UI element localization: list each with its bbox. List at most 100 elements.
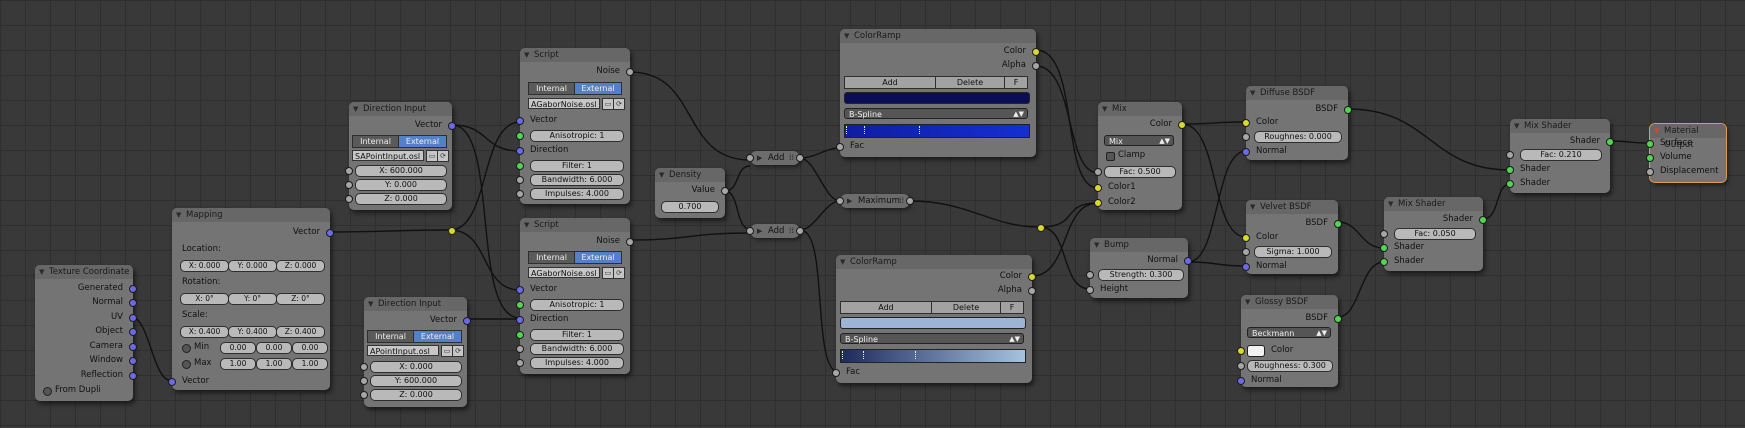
socket-in[interactable] <box>836 197 844 205</box>
collapse-arrow-icon[interactable]: ▼ <box>353 102 358 116</box>
collapse-arrow-icon[interactable]: ▼ <box>844 29 849 43</box>
node-header[interactable]: ▼ Mix Shader <box>1510 119 1610 133</box>
node-header[interactable]: ▼ Mix <box>1098 102 1182 116</box>
collapse-arrow-icon[interactable]: ▼ <box>368 297 373 311</box>
node-mix[interactable]: ▼ Mix Color Mix ▲▼ Clamp Fac: 0.500 Color1… <box>1094 102 1186 210</box>
mode-internal-button[interactable]: Internal <box>528 251 575 264</box>
menu-handle-icon[interactable]: ⁞⁞ <box>789 224 794 238</box>
socket-fac-in[interactable] <box>1380 230 1388 238</box>
node-header[interactable]: ▼ Bump <box>1090 238 1188 252</box>
socket-shader1-in[interactable] <box>1380 244 1388 252</box>
collapse-arrow-icon[interactable]: ▼ <box>1388 197 1393 211</box>
max-x-field[interactable]: 1.00 <box>220 358 256 370</box>
ramp-stop-marker[interactable] <box>846 126 848 134</box>
socket-shader-out[interactable] <box>1606 138 1614 146</box>
socket-color-out[interactable] <box>1032 48 1040 56</box>
scale-x-field[interactable]: X: 0.400 <box>180 326 229 338</box>
node-mapping[interactable]: ▼ Mapping Vector Location: X: 0.000 Y: 0.… <box>168 208 334 390</box>
from-dupli-checkbox[interactable] <box>43 387 52 396</box>
socket-color2-in[interactable] <box>1094 199 1102 207</box>
fac-field[interactable]: Fac: 0.210 <box>1520 149 1602 161</box>
bandwidth-field[interactable]: Bandwidth: 6.000 <box>530 174 624 186</box>
node-header[interactable]: ▼ Mapping <box>172 208 330 222</box>
reload-icon[interactable]: ⟳ <box>613 267 625 279</box>
max-z-field[interactable]: 1.00 <box>292 358 328 370</box>
flip-ramp-button[interactable]: F <box>1004 76 1028 89</box>
collapse-arrow-icon[interactable]: ▼ <box>39 265 44 279</box>
mode-internal-button[interactable]: Internal <box>528 82 575 95</box>
socket-x-in[interactable] <box>360 363 368 371</box>
socket-normal-in[interactable] <box>1242 263 1250 271</box>
socket-reflection[interactable] <box>129 372 137 380</box>
rotation-x-field[interactable]: X: 0° <box>180 293 229 305</box>
rotation-y-field[interactable]: Y: 0° <box>228 293 277 305</box>
value-field[interactable]: 0.700 <box>661 201 719 213</box>
min-z-field[interactable]: 0.00 <box>292 342 328 354</box>
active-stop-color-swatch[interactable] <box>844 92 1030 104</box>
node-colorramp-2[interactable]: ▼ ColorRamp Color Alpha Add Delete F B-Sp… <box>832 255 1036 383</box>
reload-icon[interactable]: ⟳ <box>613 98 625 110</box>
socket-vector-in[interactable] <box>168 378 176 386</box>
collapse-arrow-icon[interactable]: ▼ <box>1250 86 1255 100</box>
add-stop-button[interactable]: Add <box>840 301 932 314</box>
interpolation-dropdown[interactable]: B-Spline ▲▼ <box>840 333 1024 344</box>
node-bump[interactable]: ▼ Bump Normal Strength: 0.300 Height <box>1086 238 1192 298</box>
ramp-stop-marker[interactable] <box>863 351 865 359</box>
node-maximum[interactable]: ▶ Maximum ⁞⁞ <box>836 194 914 208</box>
socket-shader-out[interactable] <box>1479 216 1487 224</box>
socket-alpha-out[interactable] <box>1032 62 1040 70</box>
menu-handle-icon[interactable]: ⁞⁞ <box>899 194 904 208</box>
collapse-arrow-icon[interactable]: ▼ <box>524 48 529 62</box>
impulses-field[interactable]: Impulses: 4.000 <box>530 188 624 200</box>
socket-fac-in[interactable] <box>832 369 840 377</box>
socket-vector-in[interactable] <box>516 117 524 125</box>
socket-alpha-out[interactable] <box>1028 287 1036 295</box>
fac-field[interactable]: Fac: 0.500 <box>1104 166 1176 178</box>
socket-bandwidth-in[interactable] <box>516 176 524 184</box>
socket-bsdf-out[interactable] <box>1344 106 1352 114</box>
location-z-field[interactable]: Z: 0.000 <box>276 260 325 272</box>
location-x-field[interactable]: X: 0.000 <box>180 260 229 272</box>
glossy-color-swatch[interactable] <box>1247 345 1265 357</box>
ramp-stop-marker[interactable] <box>864 126 866 134</box>
clamp-checkbox[interactable] <box>1106 152 1115 161</box>
menu-handle-icon[interactable]: ⁞⁞ <box>789 151 794 165</box>
collapse-arrow-icon[interactable]: ▼ <box>524 218 529 232</box>
socket-anisotropic-in[interactable] <box>516 132 524 140</box>
socket-bsdf-out[interactable] <box>1334 315 1342 323</box>
bandwidth-field[interactable]: Bandwidth: 6.000 <box>530 343 624 355</box>
delete-stop-button[interactable]: Delete <box>935 76 1005 89</box>
script-file-field[interactable]: AGaborNoise.osl <box>528 267 600 278</box>
socket-vector-out[interactable] <box>463 317 471 325</box>
socket-displacement-in[interactable] <box>1646 168 1654 176</box>
socket-anisotropic-in[interactable] <box>516 301 524 309</box>
z-field[interactable]: Z: 0.000 <box>370 389 462 401</box>
node-header[interactable]: ▼ Density <box>655 168 725 182</box>
socket-height-in[interactable] <box>1086 286 1094 294</box>
mode-external-button[interactable]: External <box>413 330 462 343</box>
socket-volume-in[interactable] <box>1646 154 1654 162</box>
y-field[interactable]: Y: 0.000 <box>355 179 447 191</box>
node-mix-shader-2[interactable]: ▼ Mix Shader Shader Fac: 0.050 Shader Sha… <box>1380 197 1487 271</box>
sigma-field[interactable]: Sigma: 1.000 <box>1254 246 1332 258</box>
socket-impulses-in[interactable] <box>516 359 524 367</box>
socket-camera[interactable] <box>129 343 137 351</box>
collapse-arrow-icon[interactable]: ▼ <box>1654 124 1659 138</box>
socket-filter-in[interactable] <box>516 331 524 339</box>
collapse-arrow-icon[interactable]: ▼ <box>840 255 845 269</box>
socket-color-in[interactable] <box>1237 347 1245 355</box>
anisotropic-field[interactable]: Anisotropic: 1 <box>530 130 624 142</box>
node-header[interactable]: ▼ Script <box>520 48 630 62</box>
socket-direction-in[interactable] <box>516 147 524 155</box>
node-material-output[interactable]: ▼ Material Output Surface Volume Displace… <box>1646 123 1727 183</box>
socket-normal[interactable] <box>129 299 137 307</box>
socket-generated[interactable] <box>129 285 137 293</box>
collapse-arrow-icon[interactable]: ▼ <box>1094 238 1099 252</box>
add-stop-button[interactable]: Add <box>844 76 936 89</box>
socket-normal-in[interactable] <box>1237 377 1245 385</box>
node-header[interactable]: ▼ ColorRamp <box>840 29 1036 43</box>
socket-noise-out[interactable] <box>626 68 634 76</box>
script-file-field[interactable]: AGaborNoise.osl <box>528 98 600 109</box>
socket-fac-in[interactable] <box>1094 168 1102 176</box>
collapse-arrow-icon[interactable]: ▼ <box>1102 102 1107 116</box>
